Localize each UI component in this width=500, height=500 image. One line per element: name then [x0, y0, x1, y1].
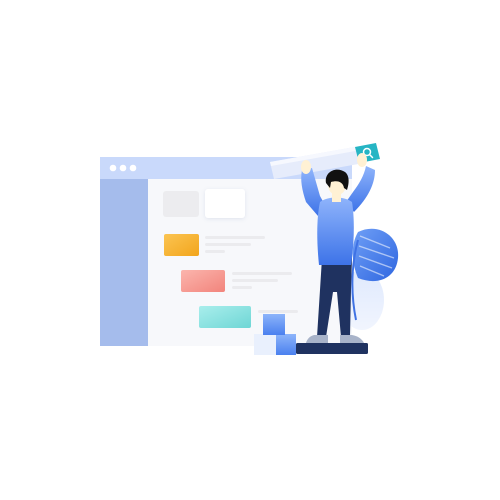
text-line [205, 243, 251, 246]
window-sidebar [100, 179, 148, 346]
text-line [232, 272, 292, 275]
pedestal [296, 343, 368, 354]
person-hand-left [301, 160, 311, 174]
list-tile-teal [199, 306, 251, 328]
box-blue-bottom [276, 334, 296, 355]
illustration-svg [100, 143, 399, 355]
illustration-stage [0, 0, 500, 500]
content-card-white [205, 189, 245, 218]
box-light [254, 334, 276, 355]
content-card-gray [163, 191, 199, 217]
text-line [232, 286, 252, 289]
box-blue-top [263, 314, 285, 335]
text-line [205, 236, 265, 239]
person-hand-right [357, 153, 367, 167]
person-shoe-right [340, 335, 364, 343]
text-line [232, 279, 278, 282]
text-line [205, 250, 225, 253]
list-tile-orange [164, 234, 199, 256]
window-dots-icon [109, 164, 137, 172]
list-tile-red [181, 270, 225, 292]
person-shirt [317, 197, 354, 265]
text-line [258, 310, 298, 313]
